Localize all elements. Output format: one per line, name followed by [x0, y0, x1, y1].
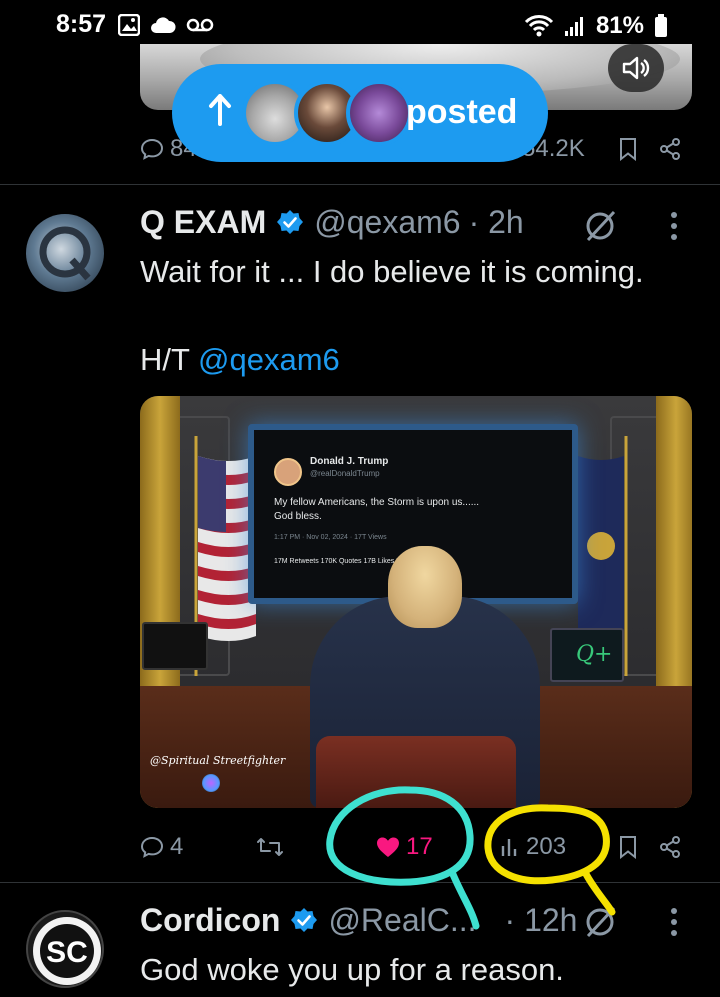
- share-icon: [658, 137, 682, 161]
- watermark-logo: [202, 774, 220, 792]
- more-options-icon[interactable]: [671, 908, 677, 936]
- posted-label: posted: [406, 93, 518, 131]
- arrow-up-icon: [208, 94, 232, 131]
- heart-icon: [376, 836, 400, 858]
- screen-text: My fellow Americans, the Storm is upon u…: [274, 496, 479, 524]
- bookmark-icon: [618, 835, 638, 859]
- tweet-text: Wait for it ... I do believe it is comin…: [140, 254, 644, 289]
- screen-text-line: My fellow Americans, the Storm is upon u…: [274, 497, 480, 508]
- reply-icon: [140, 137, 164, 161]
- tweet-image[interactable]: Donald J. Trump @realDonaldTrump My fell…: [140, 396, 692, 808]
- signal-icon: [564, 15, 586, 37]
- views-button[interactable]: 203: [500, 833, 566, 861]
- status-time: 8:57: [56, 10, 107, 38]
- screen-handle: @realDonaldTrump: [310, 469, 380, 478]
- new-posts-pill[interactable]: posted: [172, 64, 548, 162]
- screen-meta: 1:17 PM · Nov 02, 2024 · 17T Views: [274, 534, 387, 541]
- watermark: @Spiritual Streetfighter: [150, 754, 286, 767]
- system-icons: 81%: [524, 12, 668, 40]
- avatar: [274, 458, 302, 486]
- gallery-icon: [118, 14, 140, 36]
- mention-link[interactable]: @qexam6: [198, 342, 340, 377]
- like-count: 17: [406, 833, 433, 860]
- bookmark-button[interactable]: [618, 835, 638, 859]
- tweet-actions: 4 17 203: [140, 832, 692, 862]
- q-logo-icon: [39, 226, 91, 281]
- notification-icons: [118, 14, 214, 36]
- grok-icon[interactable]: [582, 904, 618, 945]
- like-button[interactable]: 17: [376, 833, 433, 861]
- battery-icon: [654, 14, 668, 38]
- chair: [316, 736, 516, 808]
- verified-badge-icon: [290, 907, 318, 935]
- screen-name: Donald J. Trump: [310, 456, 389, 467]
- tweet-time: · 2h: [468, 204, 524, 240]
- more-options-icon[interactable]: [671, 212, 677, 240]
- tweet-time: · 12h: [504, 902, 578, 938]
- mute-toggle-button[interactable]: [608, 44, 664, 92]
- repost-button[interactable]: [256, 835, 284, 859]
- bookmark-button[interactable]: [618, 137, 638, 161]
- analytics-icon: [500, 836, 520, 858]
- sc-logo-icon: SC: [33, 917, 101, 985]
- author-name[interactable]: Cordicon: [140, 902, 280, 939]
- repost-icon: [256, 835, 284, 859]
- figure-head: [388, 546, 462, 628]
- share-button[interactable]: [658, 137, 682, 161]
- divider: [0, 882, 720, 883]
- avatar: [346, 80, 412, 146]
- author-handle[interactable]: @RealC...: [328, 902, 476, 939]
- verified-badge-icon: [276, 209, 304, 237]
- laptop: [142, 622, 208, 670]
- screen-text-line: God bless.: [274, 511, 322, 522]
- tweet-text: God woke you up for a reason.: [140, 952, 564, 987]
- ht-prefix: H/T: [140, 342, 198, 377]
- voicemail-icon: [186, 17, 214, 33]
- grok-icon[interactable]: [582, 208, 618, 249]
- reply-count: 4: [170, 833, 184, 860]
- laptop: Q+: [550, 628, 624, 682]
- share-icon: [658, 835, 682, 859]
- share-button[interactable]: [658, 835, 682, 859]
- view-count: 203: [526, 833, 567, 860]
- bookmark-icon: [618, 137, 638, 161]
- author-avatar[interactable]: [26, 214, 104, 292]
- posted-avatars: [242, 80, 412, 146]
- reply-icon: [140, 835, 164, 859]
- q-mark: Q+: [576, 642, 613, 667]
- tweet-header: Cordicon @RealC... · 12h: [140, 902, 577, 939]
- reply-button[interactable]: 4: [140, 833, 183, 861]
- tweet-header: Q EXAM @qexam6 · 2h: [140, 204, 524, 241]
- cloud-icon: [150, 16, 176, 34]
- tweet-text-ht: H/T @qexam6: [140, 342, 340, 378]
- divider: [0, 184, 720, 185]
- speaker-icon: [621, 55, 651, 81]
- svg-text:SC: SC: [46, 936, 88, 969]
- wifi-icon: [524, 14, 554, 38]
- author-avatar[interactable]: SC: [26, 910, 104, 988]
- author-name[interactable]: Q EXAM: [140, 204, 266, 241]
- battery-percent: 81%: [595, 12, 644, 39]
- author-handle[interactable]: @qexam6: [314, 204, 460, 241]
